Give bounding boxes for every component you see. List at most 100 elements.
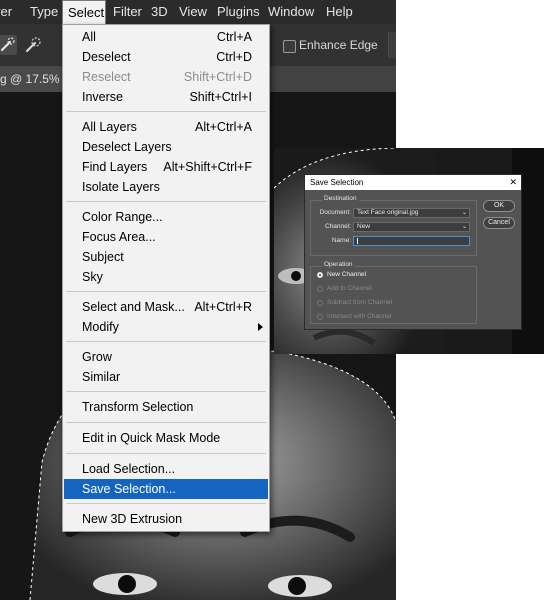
- name-field[interactable]: [353, 236, 470, 246]
- option-new-channel[interactable]: New Channel: [327, 271, 366, 278]
- document-tab[interactable]: g @ 17.5%: [0, 66, 66, 92]
- menu-item-label: Modify: [82, 320, 119, 334]
- menu-type[interactable]: Type: [30, 0, 58, 24]
- menu-item-label: New 3D Extrusion: [82, 512, 183, 526]
- menu-item-shortcut: Alt+Shift+Ctrl+F: [163, 160, 252, 174]
- menu-item-label: Transform Selection: [82, 400, 194, 414]
- menu-item-label: Reselect: [82, 70, 131, 84]
- menu-3d[interactable]: 3D: [151, 0, 168, 24]
- menu-item-label: Sky: [82, 270, 103, 284]
- name-label: Name:: [331, 237, 351, 244]
- menu-window[interactable]: Window: [268, 0, 314, 24]
- menu-item-label: Load Selection...: [82, 462, 176, 476]
- menu-item-label: Deselect: [82, 50, 131, 64]
- document-label: Document:: [319, 209, 351, 216]
- menu-select[interactable]: Select: [62, 0, 106, 25]
- option-intersect-with-channel: Intersect with Channel: [327, 313, 392, 320]
- menu-item-shortcut: Alt+Ctrl+A: [195, 120, 252, 134]
- menu-item-select-and-mask[interactable]: Select and Mask... Alt+Ctrl+R: [64, 297, 268, 317]
- text-cursor: [357, 238, 358, 244]
- enhance-edge-checkbox[interactable]: [283, 40, 296, 53]
- menu-layer[interactable]: yer: [0, 0, 12, 24]
- menu-separator: [66, 111, 266, 112]
- destination-title: Destination: [322, 195, 359, 202]
- menu-item-focus-area[interactable]: Focus Area...: [64, 227, 268, 247]
- menu-item-label: Subject: [82, 250, 124, 264]
- dialog-title: Save Selection: [310, 178, 364, 187]
- document-select[interactable]: Text Face original.jpg ⌄: [353, 208, 470, 218]
- menu-item-save-selection[interactable]: Save Selection...: [64, 479, 268, 499]
- menu-item-new-3d-extrusion[interactable]: New 3D Extrusion: [64, 509, 268, 529]
- menu-item-sky[interactable]: Sky: [64, 267, 268, 287]
- radio-new-channel[interactable]: [317, 272, 323, 278]
- menu-item-load-selection[interactable]: Load Selection...: [64, 459, 268, 479]
- menu-item-label: Find Layers: [82, 160, 148, 174]
- menu-item-shortcut: Ctrl+D: [216, 50, 252, 64]
- menu-item-quick-mask[interactable]: Edit in Quick Mask Mode: [64, 428, 268, 448]
- options-divider: [388, 32, 396, 58]
- menu-item-label: Focus Area...: [82, 230, 156, 244]
- menu-separator: [66, 391, 266, 392]
- menu-item-label: Edit in Quick Mask Mode: [82, 431, 221, 445]
- menu-filter[interactable]: Filter: [113, 0, 142, 24]
- menu-item-label: Color Range...: [82, 210, 163, 224]
- menu-item-modify[interactable]: Modify: [64, 317, 268, 337]
- menu-item-color-range[interactable]: Color Range...: [64, 207, 268, 227]
- menu-help[interactable]: Help: [326, 0, 353, 24]
- menu-item-shortcut: Alt+Ctrl+R: [194, 300, 252, 314]
- menu-item-label: Deselect Layers: [82, 140, 172, 154]
- document-value: Text Face original.jpg: [357, 209, 419, 216]
- menu-item-all-layers[interactable]: All Layers Alt+Ctrl+A: [64, 117, 268, 137]
- menu-item-label: All: [82, 30, 96, 44]
- quick-selection-brush-icon[interactable]: [22, 34, 44, 56]
- close-icon[interactable]: ✕: [509, 175, 517, 190]
- menu-separator: [66, 201, 266, 202]
- menu-item-label: Isolate Layers: [82, 180, 160, 194]
- menu-item-shortcut: Shift+Ctrl+D: [183, 70, 252, 84]
- cancel-button[interactable]: Cancel: [483, 217, 515, 229]
- menu-item-all[interactable]: All Ctrl+A: [64, 27, 268, 47]
- menu-item-deselect[interactable]: Deselect Ctrl+D: [64, 47, 268, 67]
- menu-item-transform-selection[interactable]: Transform Selection: [64, 397, 268, 417]
- chevron-down-icon: ⌄: [461, 224, 467, 230]
- operation-title: Operation: [322, 261, 355, 268]
- menu-item-label: All Layers: [82, 120, 137, 134]
- menu-item-similar[interactable]: Similar: [64, 367, 268, 387]
- menu-item-label: Grow: [82, 350, 112, 364]
- menu-item-inverse[interactable]: Inverse Shift+Ctrl+I: [64, 87, 268, 107]
- chevron-down-icon: ⌄: [461, 210, 467, 216]
- menu-item-label: Save Selection...: [82, 482, 176, 496]
- option-add-to-channel: Add to Channel: [327, 285, 372, 292]
- channel-label: Channel:: [324, 223, 351, 230]
- menu-item-deselect-layers[interactable]: Deselect Layers: [64, 137, 268, 157]
- menu-item-isolate-layers[interactable]: Isolate Layers: [64, 177, 268, 197]
- menu-separator: [66, 341, 266, 342]
- menu-bar: yer Type Select Filter 3D View Plugins W…: [0, 0, 396, 25]
- quick-selection-icon[interactable]: [0, 34, 18, 56]
- menu-item-label: Similar: [82, 370, 121, 384]
- channel-value: New: [357, 223, 371, 230]
- radio-add-to-channel: [317, 286, 323, 292]
- menu-item-reselect: Reselect Shift+Ctrl+D: [64, 67, 268, 87]
- menu-item-grow[interactable]: Grow: [64, 347, 268, 367]
- menu-plugins[interactable]: Plugins: [217, 0, 260, 24]
- menu-item-subject[interactable]: Subject: [64, 247, 268, 267]
- select-menu-dropdown: All Ctrl+A Deselect Ctrl+D Reselect Shif…: [62, 24, 270, 532]
- menu-item-label: Select and Mask...: [82, 300, 185, 314]
- menu-separator: [66, 291, 266, 292]
- save-selection-dialog: Save Selection ✕ Destination Document: T…: [304, 174, 522, 330]
- menu-separator: [66, 422, 266, 423]
- menu-item-shortcut: Shift+Ctrl+I: [189, 90, 252, 104]
- dialog-title-bar[interactable]: Save Selection ✕: [305, 175, 521, 190]
- menu-view[interactable]: View: [179, 0, 207, 24]
- menu-item-find-layers[interactable]: Find Layers Alt+Shift+Ctrl+F: [64, 157, 268, 177]
- menu-separator: [66, 503, 266, 504]
- channel-select[interactable]: New ⌄: [353, 222, 470, 232]
- ok-button[interactable]: OK: [483, 200, 515, 212]
- menu-separator: [66, 453, 266, 454]
- radio-intersect-with-channel: [317, 314, 323, 320]
- menu-item-label: Inverse: [82, 90, 123, 104]
- option-subtract-from-channel: Subtract from Channel: [327, 299, 393, 306]
- submenu-arrow-icon: [258, 323, 263, 331]
- menu-item-shortcut: Ctrl+A: [216, 30, 252, 44]
